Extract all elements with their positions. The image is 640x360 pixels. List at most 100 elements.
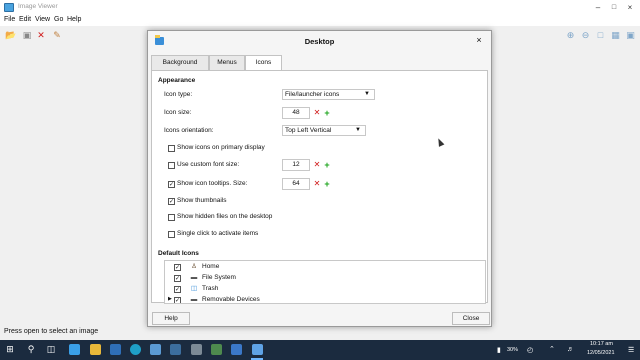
removable-devices-label: Removable Devices <box>202 296 260 303</box>
close-window-button[interactable]: × <box>622 1 638 14</box>
default-icons-list[interactable]: ✓ ♙ Home ✓ ▬ File System ✓ ◫ Trash ▶ ✓ ▬… <box>164 260 486 304</box>
home-label: Home <box>202 263 220 270</box>
show-thumbnails-label: Show thumbnails <box>177 197 227 204</box>
show-hidden-checkbox[interactable] <box>168 214 175 221</box>
file-explorer-icon[interactable] <box>90 344 101 355</box>
volume-icon[interactable]: ♬ <box>567 346 574 353</box>
custom-font-size-label: Use custom font size: <box>177 161 240 168</box>
show-on-primary-label: Show icons on primary display <box>177 144 265 151</box>
status-bar: Press open to select an image <box>0 325 640 340</box>
icon-type-select[interactable]: File/launcher icons ▼ <box>282 89 375 100</box>
network-icon[interactable]: ◴ <box>527 346 533 354</box>
removable-drive-icon: ▬ <box>190 296 198 303</box>
delete-icon[interactable]: ✕ <box>35 29 47 41</box>
search-icon[interactable]: ⚲ <box>25 343 37 356</box>
icons-orientation-select[interactable]: Top Left Vertical ▼ <box>282 125 366 136</box>
image-viewer-icon <box>4 3 14 12</box>
fullscreen-icon[interactable]: ▣ <box>625 30 636 41</box>
home-checkbox[interactable]: ✓ <box>174 264 181 271</box>
icon-size-label: Icon size: <box>164 109 192 116</box>
zoom-fit-icon[interactable]: ▦ <box>610 30 621 41</box>
windows-start-icon[interactable]: ⊞ <box>4 343 16 356</box>
app-icon-a[interactable] <box>170 344 181 355</box>
mail-icon[interactable] <box>110 344 121 355</box>
image-viewer-taskbar-icon[interactable] <box>252 344 263 355</box>
home-icon: ♙ <box>191 263 197 270</box>
open-folder-icon[interactable]: 📂 <box>5 29 17 41</box>
trash-checkbox[interactable]: ✓ <box>174 286 181 293</box>
dialog-title: Desktop <box>304 37 335 46</box>
minimize-button[interactable]: – <box>590 1 606 14</box>
taskbar: ⊞ ⚲ ◫ ▮ 30% ◴ ⌃ ♬ 10:17 am 12/05/2021 ☰ <box>0 340 640 360</box>
help-button[interactable]: Help <box>152 312 190 325</box>
zoom-original-icon[interactable]: □ <box>595 30 606 41</box>
show-thumbnails-checkbox[interactable]: ✓ <box>168 198 175 205</box>
show-hidden-label: Show hidden files on the desktop <box>177 213 273 220</box>
dialog-close-icon[interactable]: × <box>473 34 485 46</box>
store-icon[interactable] <box>69 344 80 355</box>
menu-help[interactable]: Help <box>67 16 81 23</box>
edge-browser-icon[interactable] <box>130 344 141 355</box>
zoom-in-icon[interactable]: ⊕ <box>565 30 576 41</box>
file-system-label: File System <box>202 274 236 281</box>
notifications-icon[interactable]: ☰ <box>628 346 634 354</box>
trash-icon: ◫ <box>190 285 198 292</box>
battery-icon[interactable]: ▮ <box>497 346 501 354</box>
tooltip-size-increase-icon[interactable]: + <box>323 180 331 189</box>
tooltip-size-decrease-icon[interactable]: ✕ <box>313 180 321 188</box>
list-item[interactable]: ▶ ✓ ▬ Removable Devices <box>165 295 485 303</box>
file-system-checkbox[interactable]: ✓ <box>174 275 181 282</box>
icon-size-increase-icon[interactable]: + <box>323 109 331 118</box>
save-icon[interactable]: ▣ <box>21 29 33 41</box>
close-button[interactable]: Close <box>452 312 490 325</box>
menu-edit[interactable]: Edit <box>19 16 31 23</box>
list-item[interactable]: ✓ ▬ File System <box>165 273 485 284</box>
custom-font-size-field[interactable]: 12 <box>282 159 310 171</box>
expand-arrow-icon[interactable]: ▶ <box>168 296 172 302</box>
drive-icon: ▬ <box>190 274 198 281</box>
menubar: File Edit View Go Help <box>0 15 640 26</box>
font-size-decrease-icon[interactable]: ✕ <box>313 161 321 169</box>
menu-view[interactable]: View <box>35 16 50 23</box>
app-titlebar: Image Viewer – □ × <box>0 0 640 15</box>
zoom-out-icon[interactable]: ⊖ <box>580 30 591 41</box>
app-icon-d[interactable] <box>231 344 242 355</box>
show-on-primary-checkbox[interactable] <box>168 145 175 152</box>
icon-tooltips-label: Show icon tooltips. Size: <box>177 180 248 187</box>
clock-date[interactable]: 12/05/2021 <box>587 350 615 356</box>
list-item[interactable]: ✓ ♙ Home <box>165 262 485 273</box>
single-click-checkbox[interactable] <box>168 231 175 238</box>
tooltip-size-field[interactable]: 64 <box>282 178 310 190</box>
trash-label: Trash <box>202 285 219 292</box>
single-click-label: Single click to activate items <box>177 230 259 237</box>
custom-font-size-checkbox[interactable] <box>168 162 175 169</box>
tab-icons[interactable]: Icons <box>245 55 282 71</box>
battery-percent: 30% <box>507 347 519 353</box>
list-item[interactable]: ✓ ◫ Trash <box>165 284 485 295</box>
icons-tab-panel: Appearance Icon type: File/launcher icon… <box>151 70 488 304</box>
icon-size-decrease-icon[interactable]: ✕ <box>313 109 321 117</box>
maximize-button[interactable]: □ <box>606 1 622 14</box>
font-size-increase-icon[interactable]: + <box>323 161 331 170</box>
photos-icon[interactable] <box>150 344 161 355</box>
chevron-down-icon: ▼ <box>364 91 370 97</box>
edit-icon[interactable]: ✎ <box>51 29 63 41</box>
chevron-down-icon: ▼ <box>355 127 361 133</box>
tab-menus[interactable]: Menus <box>209 55 245 70</box>
task-view-icon[interactable]: ◫ <box>45 343 57 356</box>
tab-background[interactable]: Background <box>151 55 209 70</box>
dialog-titlebar: Desktop × <box>148 31 491 51</box>
menu-go[interactable]: Go <box>54 16 63 23</box>
app-icon-b[interactable] <box>191 344 202 355</box>
desktop-preferences-dialog: Desktop × Background Menus Icons Appeara… <box>147 30 492 327</box>
app-icon-c[interactable] <box>211 344 222 355</box>
icon-size-field[interactable]: 48 <box>282 107 310 119</box>
appearance-heading: Appearance <box>158 77 196 84</box>
menu-file[interactable]: File <box>4 16 15 23</box>
chevron-up-icon[interactable]: ⌃ <box>549 345 555 353</box>
icons-orientation-label: Icons orientation: <box>164 127 214 134</box>
removable-devices-checkbox[interactable]: ✓ <box>174 297 181 303</box>
app-title: Image Viewer <box>18 3 58 10</box>
clock-time[interactable]: 10:17 am <box>590 341 613 347</box>
icon-tooltips-checkbox[interactable]: ✓ <box>168 181 175 188</box>
